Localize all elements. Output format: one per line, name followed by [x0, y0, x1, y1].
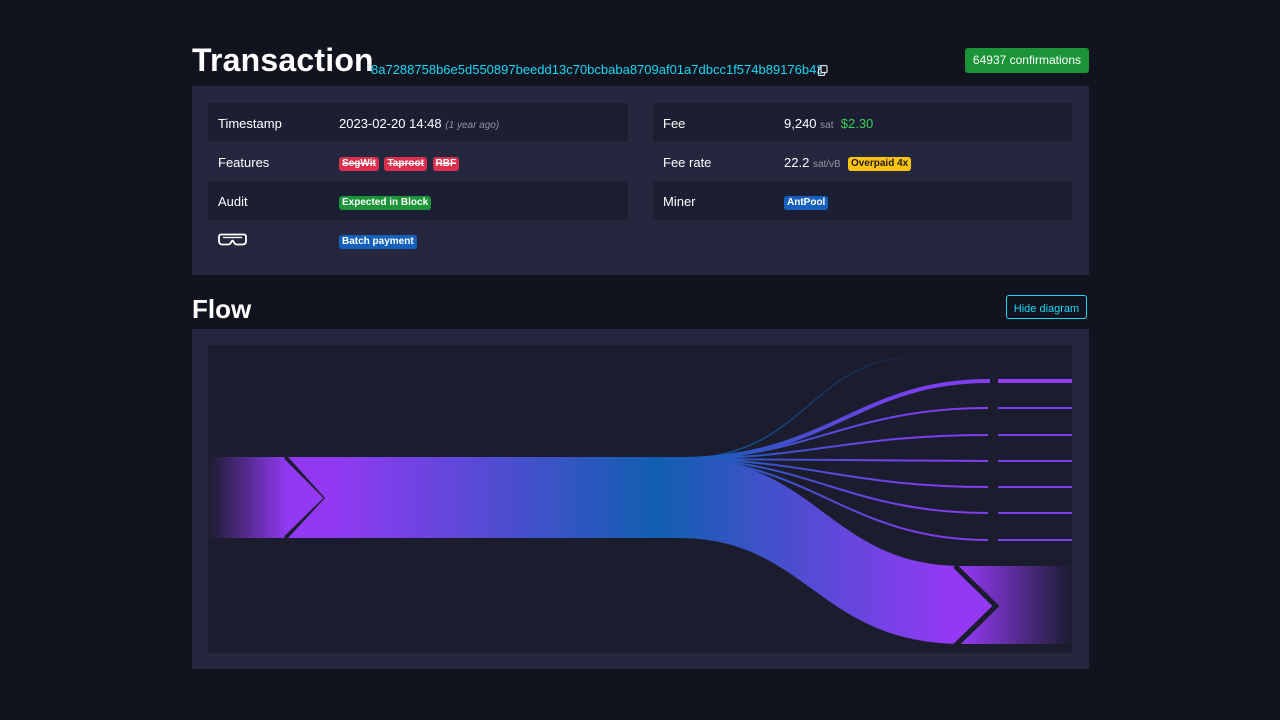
fee-unit: sat — [820, 120, 834, 131]
fee-label: Fee — [663, 116, 686, 131]
fee-rate-label: Fee rate — [663, 155, 712, 170]
fee-fiat: $2.30 — [840, 116, 874, 131]
fee-rate-row: Fee rate 22.2 sat/vB Overpaid 4x — [653, 142, 1072, 181]
tags-value: Batch payment — [339, 233, 419, 249]
fee-amount: 9,240 — [784, 116, 817, 131]
timestamp-label: Timestamp — [218, 116, 282, 131]
transaction-header: Transaction 8a7288758b6e5d550897beedd13c… — [192, 40, 1089, 86]
miner-row: Miner AntPool — [653, 181, 1072, 220]
fee-rate-value: 22.2 sat/vB Overpaid 4x — [784, 155, 913, 171]
flow-panel — [192, 329, 1089, 669]
timestamp-value: 2023-02-20 14:48 (1 year ago) — [339, 116, 499, 131]
confirmations-badge: 64937 confirmations — [964, 48, 1089, 73]
fee-rate-unit: sat/vB — [812, 159, 841, 170]
miner-value: AntPool — [784, 194, 830, 210]
rbf-badge[interactable]: RBF — [432, 157, 460, 171]
features-label: Features — [218, 155, 270, 170]
audit-row: Audit Expected in Block — [208, 181, 628, 220]
fee-row: Fee 9,240 sat $2.30 — [653, 103, 1072, 142]
txid-link[interactable]: 8a7288758b6e5d550897beedd13c70bcbaba8709… — [371, 62, 824, 77]
overpaid-badge[interactable]: Overpaid 4x — [847, 157, 912, 171]
timestamp-row: Timestamp 2023-02-20 14:48 (1 year ago) — [208, 103, 628, 142]
fee-rate-amount: 22.2 — [784, 155, 810, 170]
features-badges: SegWit Taproot RBF — [339, 155, 461, 171]
copy-icon[interactable] — [818, 65, 828, 76]
segwit-badge[interactable]: SegWit — [339, 157, 379, 171]
audit-badge[interactable]: Expected in Block — [339, 196, 432, 210]
features-row: Features SegWit Taproot RBF — [208, 142, 628, 181]
flow-title: Flow — [192, 294, 252, 324]
timestamp-date: 2023-02-20 14:48 — [339, 116, 442, 131]
audit-label: Audit — [218, 194, 248, 209]
batch-payment-badge[interactable]: Batch payment — [339, 235, 417, 249]
miner-badge[interactable]: AntPool — [784, 196, 829, 210]
transaction-details: Timestamp 2023-02-20 14:48 (1 year ago) … — [192, 86, 1089, 275]
timestamp-relative: (1 year ago) — [445, 120, 500, 131]
main-flow[interactable] — [288, 457, 1000, 648]
fee-value: 9,240 sat $2.30 — [784, 116, 873, 131]
hide-diagram-button[interactable]: Hide diagram — [1006, 295, 1087, 319]
flow-diagram — [208, 345, 1072, 653]
miner-label: Miner — [663, 194, 696, 209]
goggles-icon — [218, 233, 247, 246]
taproot-badge[interactable]: Taproot — [384, 157, 427, 171]
audit-value: Expected in Block — [339, 194, 433, 210]
page-title: Transaction — [192, 42, 374, 78]
tags-row: Batch payment — [208, 220, 628, 259]
